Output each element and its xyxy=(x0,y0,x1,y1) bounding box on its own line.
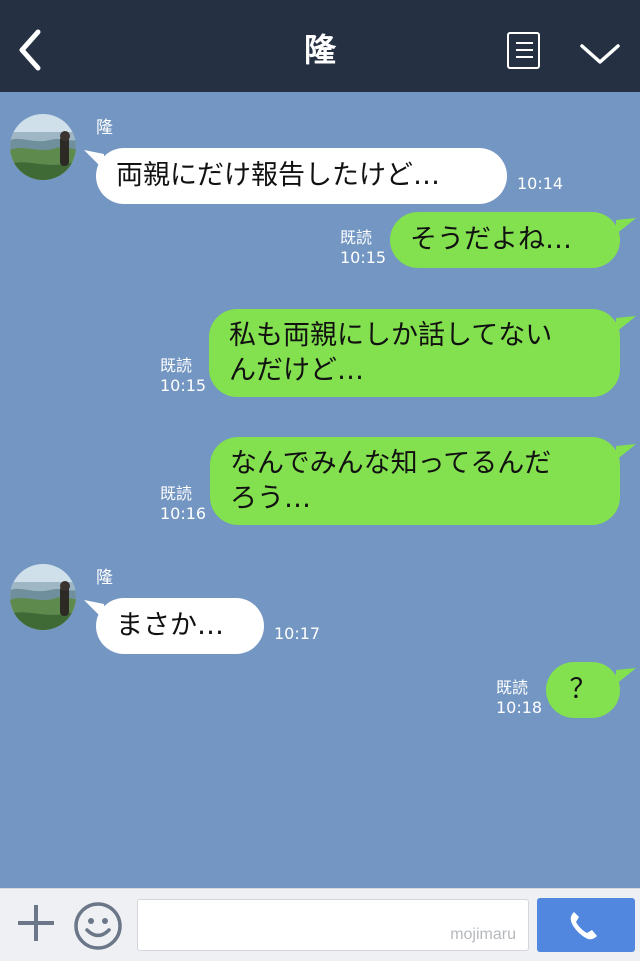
message-bubble[interactable]: そうだよね… xyxy=(390,212,620,268)
message-meta: 既読 10:18 xyxy=(496,678,542,718)
message-bubble[interactable]: 両親にだけ報告したけど… xyxy=(96,148,507,204)
message-bubble[interactable]: なんでみんな知ってるんだ ろう… xyxy=(210,437,620,525)
bubble-tail xyxy=(616,668,636,684)
read-receipt: 既読 xyxy=(160,356,193,375)
message-meta: 10:14 xyxy=(517,174,563,194)
read-receipt: 既読 xyxy=(160,484,193,503)
avatar[interactable] xyxy=(10,564,76,630)
call-button[interactable] xyxy=(537,898,635,952)
message-input[interactable]: mojimaru xyxy=(137,899,529,951)
collapse-button[interactable] xyxy=(578,38,622,68)
message-text: 両親にだけ報告したけど… xyxy=(116,160,440,191)
chevron-down-icon xyxy=(580,44,620,64)
list-menu-icon-line xyxy=(516,42,533,44)
message-time: 10:16 xyxy=(160,504,207,523)
message-list[interactable]: 隆 両親にだけ報告したけど… 10:14 既読 10:15 そうだよね… 既読 … xyxy=(0,92,640,888)
message-text: んだけど… xyxy=(229,355,364,386)
avatar-landscape-image xyxy=(10,564,76,630)
avatar-landscape-image xyxy=(10,114,76,180)
message-meta: 既読 10:16 xyxy=(160,484,206,524)
emoji-button[interactable] xyxy=(73,901,123,951)
chat-header: 隆 xyxy=(0,0,640,92)
input-bar: mojimaru xyxy=(0,888,640,961)
bubble-tail xyxy=(616,218,636,234)
bubble-tail xyxy=(616,316,636,332)
sender-name: 隆 xyxy=(96,568,113,588)
list-menu-icon-line xyxy=(516,49,533,51)
message-time: 10:14 xyxy=(517,174,564,193)
message-text: ろう… xyxy=(230,483,311,514)
message-bubble[interactable]: まさか… xyxy=(96,598,264,654)
message-bubble[interactable]: ？ xyxy=(546,662,620,718)
message-text: まさか… xyxy=(116,610,224,641)
message-time: 10:18 xyxy=(496,698,543,717)
message-time: 10:17 xyxy=(274,624,321,643)
watermark-text: mojimaru xyxy=(450,926,516,943)
message-meta: 既読 10:15 xyxy=(340,228,386,268)
chat-title: 隆 xyxy=(303,31,336,69)
smiley-icon xyxy=(74,902,122,950)
add-attachment-button[interactable] xyxy=(14,901,58,945)
message-time: 10:15 xyxy=(160,376,207,395)
message-text: 私も両親にしか話してない xyxy=(229,320,553,351)
message-text: そうだよね… xyxy=(410,224,572,255)
bubble-tail xyxy=(616,444,636,460)
message-time: 10:15 xyxy=(340,248,387,267)
menu-button[interactable] xyxy=(507,32,540,69)
phone-icon xyxy=(570,912,597,940)
list-menu-icon-line xyxy=(516,56,533,58)
message-text: ？ xyxy=(569,674,597,705)
avatar[interactable] xyxy=(10,114,76,180)
read-receipt: 既読 xyxy=(496,678,529,697)
message-bubble[interactable]: 私も両親にしか話してない んだけど… xyxy=(209,309,620,397)
message-text: なんでみんな知ってるんだ xyxy=(230,448,552,479)
message-meta: 既読 10:15 xyxy=(160,356,206,396)
message-meta: 10:17 xyxy=(274,624,320,644)
read-receipt: 既読 xyxy=(340,228,373,247)
sender-name: 隆 xyxy=(96,118,113,138)
plus-icon xyxy=(18,905,54,941)
